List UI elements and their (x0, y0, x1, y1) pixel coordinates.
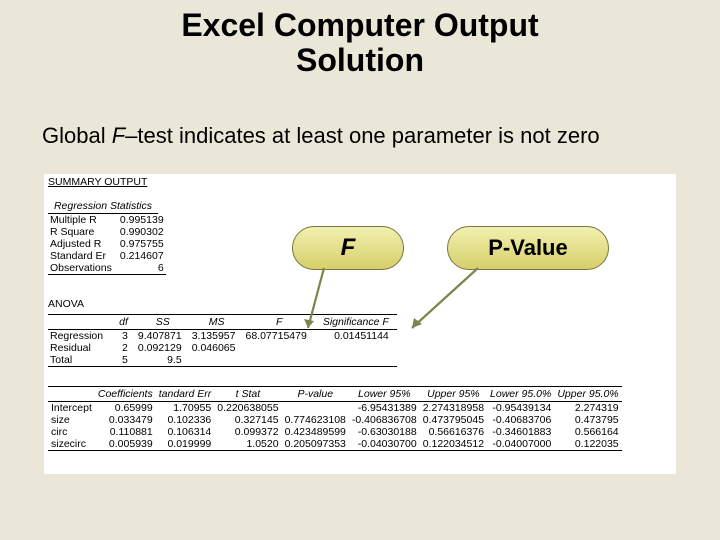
table-row: Residual 2 0.092129 0.046065 (48, 342, 397, 354)
slide-title: Excel Computer Output Solution (0, 8, 720, 78)
table-row: Observations6 (48, 262, 166, 275)
slide-subtitle: Global F–test indicates at least one par… (42, 122, 678, 150)
title-line1: Excel Computer Output (181, 7, 538, 43)
table-row: Adjusted R0.975755 (48, 238, 166, 250)
callout-p-value: P-Value (447, 226, 609, 270)
anova-table: df SS MS F Significance F Regression 3 9… (48, 314, 397, 367)
table-row: R Square0.990302 (48, 226, 166, 238)
anova-header-row: df SS MS F Significance F (48, 315, 397, 330)
table-row: Total 5 9.5 (48, 354, 397, 367)
table-row: size 0.033479 0.102336 0.327145 0.774623… (48, 414, 622, 426)
subtitle-F: F (112, 123, 125, 148)
coefficients-table: Coefficients tandard Err t Stat P-value … (48, 386, 622, 451)
excel-output: SUMMARY OUTPUT Regression Statistics Mul… (44, 174, 676, 474)
table-row: Intercept 0.65999 1.70955 0.220638055 -6… (48, 402, 622, 415)
callout-f-stat: F (292, 226, 404, 270)
summary-caption: SUMMARY OUTPUT (48, 176, 147, 188)
regression-statistics: Regression Statistics Multiple R0.995139… (48, 200, 166, 275)
regression-statistics-table: Multiple R0.995139 R Square0.990302 Adju… (48, 214, 166, 275)
table-row: sizecirc 0.005939 0.019999 1.0520 0.2050… (48, 438, 622, 451)
table-row: circ 0.110881 0.106314 0.099372 0.423489… (48, 426, 622, 438)
title-line2: Solution (296, 42, 424, 78)
coef-header-row: Coefficients tandard Err t Stat P-value … (48, 387, 622, 402)
table-row: Multiple R0.995139 (48, 214, 166, 226)
table-row: Standard Er0.214607 (48, 250, 166, 262)
regression-statistics-title: Regression Statistics (48, 200, 158, 214)
callout-p-label: P-Value (488, 235, 567, 261)
table-row: Regression 3 9.407871 3.135957 68.077154… (48, 330, 397, 343)
subtitle-part-a: Global (42, 123, 112, 148)
subtitle-part-b: –test indicates at least one parameter i… (125, 123, 599, 148)
anova-label: ANOVA (48, 298, 84, 310)
callout-f-label: F (341, 234, 356, 262)
